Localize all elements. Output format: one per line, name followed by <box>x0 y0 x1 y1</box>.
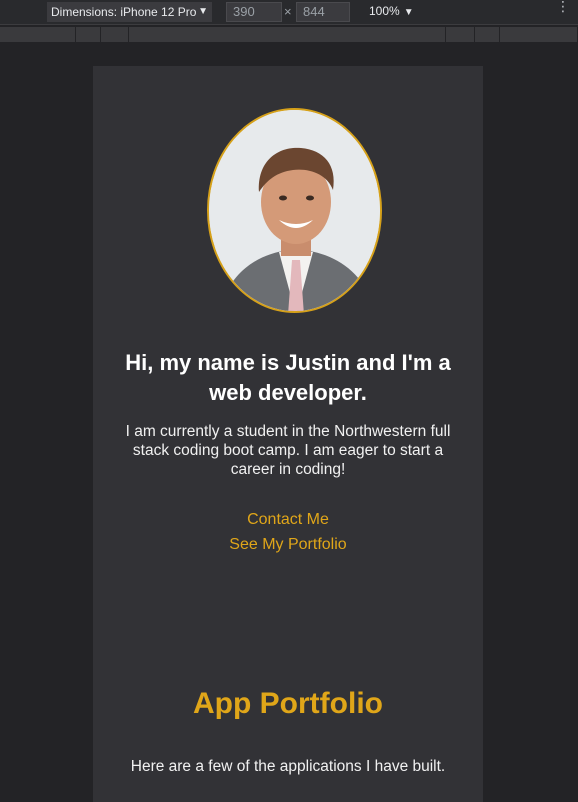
ruler-segment[interactable] <box>101 27 129 42</box>
device-select[interactable]: Dimensions: iPhone 12 Pro ▼ <box>47 2 212 22</box>
device-select-label: Dimensions: iPhone 12 Pro <box>51 5 197 19</box>
ruler-segment[interactable] <box>475 27 500 42</box>
ruler-segment[interactable] <box>76 27 101 42</box>
chevron-down-icon: ▼ <box>403 7 414 18</box>
ruler-segment[interactable] <box>446 27 475 42</box>
device-toolbar: Dimensions: iPhone 12 Pro ▼ 390 × 844 10… <box>0 0 578 25</box>
profile-photo <box>207 108 382 313</box>
intro-text: I am currently a student in the Northwes… <box>125 423 451 478</box>
times-icon: × <box>284 4 292 19</box>
portfolio-text: Here are a few of the applications I hav… <box>130 758 446 775</box>
zoom-select[interactable]: 100% ▼ <box>369 4 414 18</box>
intro-heading: Hi, my name is Justin and I'm a web deve… <box>125 350 451 405</box>
zoom-label: 100% <box>369 4 400 18</box>
chevron-down-icon: ▼ <box>198 6 208 17</box>
device-viewport: Hi, my name is Justin and I'm a web deve… <box>93 66 483 802</box>
avatar-icon <box>209 110 380 311</box>
ruler-segment[interactable] <box>0 27 76 42</box>
contact-me-link[interactable]: Contact Me <box>93 511 483 529</box>
width-input[interactable]: 390 <box>226 2 282 22</box>
ruler-segment[interactable] <box>129 27 446 42</box>
more-options-icon[interactable]: ⋮ <box>556 0 570 20</box>
media-query-ruler[interactable] <box>0 27 578 42</box>
height-input[interactable]: 844 <box>296 2 350 22</box>
ruler-segment[interactable] <box>500 27 578 42</box>
see-portfolio-link[interactable]: See My Portfolio <box>93 536 483 554</box>
portfolio-heading: App Portfolio <box>193 687 383 720</box>
